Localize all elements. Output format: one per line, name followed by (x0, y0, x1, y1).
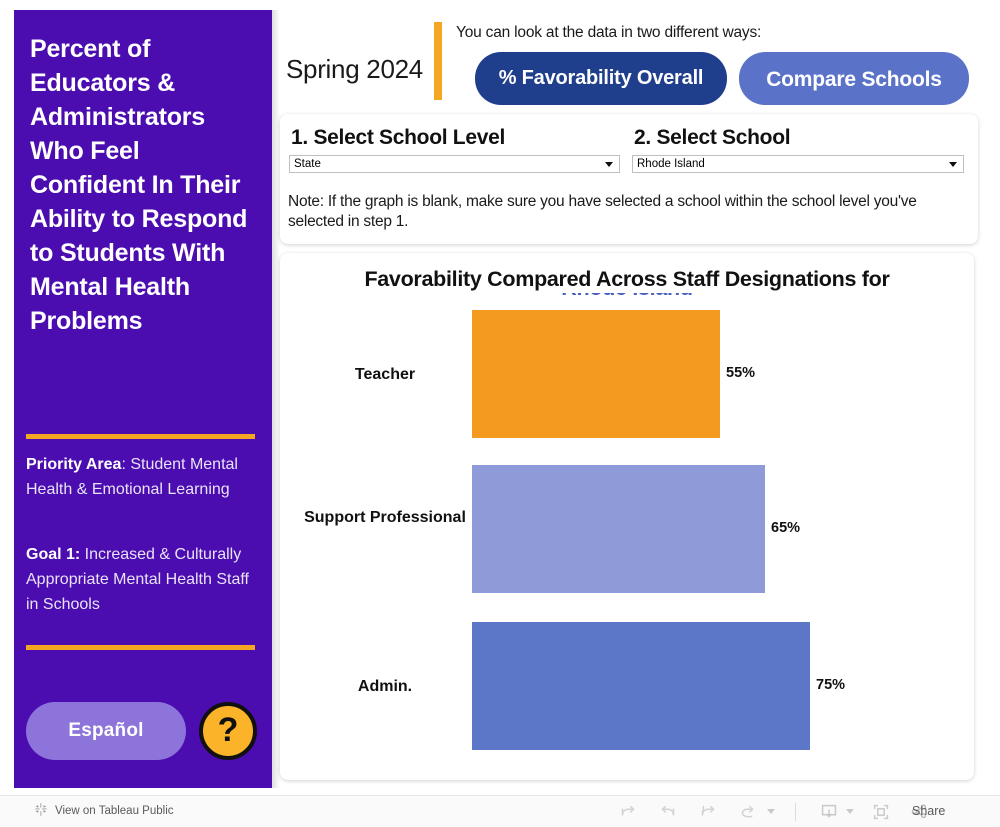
dashboard-title: Percent of Educators & Administrators Wh… (30, 35, 248, 335)
tableau-toolbar: View on Tableau Public Share (0, 795, 1000, 827)
help-icon[interactable]: ? (199, 702, 257, 760)
bar-row: Admin. 75% (280, 622, 974, 750)
fullscreen-icon[interactable] (870, 801, 892, 823)
header-instruction: You can look at the data in two differen… (456, 24, 762, 41)
bar-teacher[interactable] (472, 310, 720, 438)
chart-subtitle-clipped: Rhode Island (280, 293, 974, 299)
school-select[interactable]: Rhode Island (632, 155, 964, 173)
tableau-logo-icon (34, 802, 49, 820)
undo-icon[interactable] (617, 801, 639, 823)
bar-row: Support Professional 65% (280, 465, 974, 593)
tab-compare-schools[interactable]: Compare Schools (739, 52, 969, 105)
revert-icon[interactable] (697, 801, 719, 823)
sidebar-shadow (272, 10, 280, 788)
redo-icon[interactable] (657, 801, 679, 823)
tab-favorability-overall[interactable]: % Favorability Overall (475, 52, 727, 105)
filter-panel: 1. Select School Level 2. Select School … (280, 114, 978, 244)
toolbar-separator (795, 803, 796, 821)
school-level-value: State (294, 158, 321, 170)
bar-category-label: Support Professional (304, 509, 466, 526)
bar-category-label: Teacher (354, 365, 416, 383)
step1-heading: 1. Select School Level (291, 126, 505, 149)
goal-label: Goal 1: (26, 546, 81, 563)
sidebar: Percent of Educators & Administrators Wh… (14, 10, 272, 788)
view-on-tableau-public-label: View on Tableau Public (55, 805, 174, 817)
bar-value-label: 65% (771, 520, 801, 536)
filter-note: Note: If the graph is blank, make sure y… (288, 193, 917, 230)
bar-category-label: Admin. (357, 677, 413, 695)
bar-row: Teacher 55% (280, 310, 974, 438)
chart-panel: Favorability Compared Across Staff Desig… (280, 253, 974, 780)
bar-chart-plot: Teacher 55% Support Professional 65% Admin. 7… (280, 308, 974, 778)
header-divider (434, 22, 442, 100)
chart-subtitle: Rhode Island (280, 293, 974, 299)
step2-heading: 2. Select School (634, 126, 791, 149)
download-dropdown-caret-icon[interactable] (846, 809, 854, 814)
bar-support-professional[interactable] (472, 465, 765, 593)
header: Spring 2024 You can look at the data in … (280, 10, 980, 110)
school-level-select[interactable]: State (289, 155, 620, 173)
chevron-down-icon (605, 162, 613, 167)
season-label: Spring 2024 (286, 54, 423, 84)
priority-area-label: Priority Area (26, 456, 122, 473)
tableau-viz-container: Percent of Educators & Administrators Wh… (0, 0, 1000, 795)
priority-area-text: Priority Area: Student Mental Health & E… (26, 452, 258, 502)
refresh-icon[interactable] (737, 801, 759, 823)
divider-top (26, 434, 255, 439)
divider-bottom (26, 645, 255, 650)
chart-title: Favorability Compared Across Staff Desig… (364, 267, 890, 291)
download-icon[interactable] (818, 801, 840, 823)
school-value: Rhode Island (637, 158, 705, 170)
share-button[interactable]: Share (912, 804, 945, 818)
goal-text: Goal 1: Increased & Culturally Appropria… (26, 542, 258, 617)
chevron-down-icon (949, 162, 957, 167)
bar-value-label: 55% (726, 365, 756, 381)
refresh-dropdown-caret-icon[interactable] (767, 809, 775, 814)
view-on-tableau-public-link[interactable]: View on Tableau Public (34, 802, 174, 820)
espanol-button[interactable]: Español (26, 702, 186, 760)
bar-admin[interactable] (472, 622, 810, 750)
bar-value-label: 75% (816, 677, 846, 693)
